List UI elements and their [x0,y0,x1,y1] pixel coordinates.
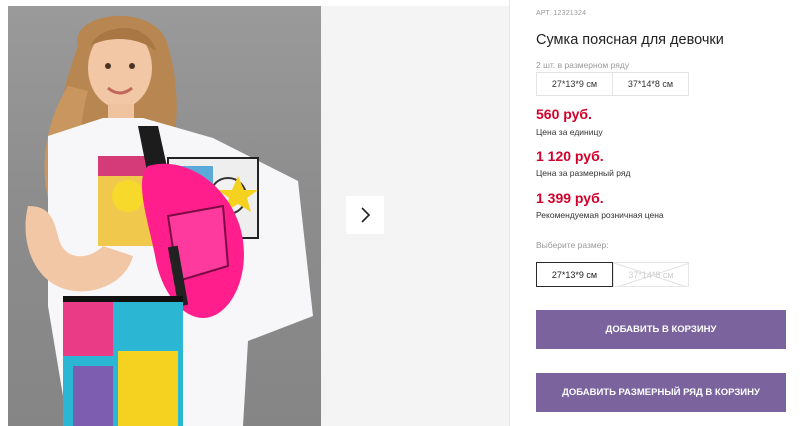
gallery-edge [0,0,8,426]
gallery-divider [509,0,510,426]
product-info-panel: АРТ. 12321324 Сумка поясная для девочки … [536,0,800,426]
size-option-unavailable[interactable]: 37*14*8 см [613,262,689,287]
size-option-selected[interactable]: 27*13*9 см [536,262,613,287]
pack-note: 2 шт. в размерном ряду [536,60,630,70]
pack-size-item: 27*13*9 см [537,73,613,95]
add-to-cart-button[interactable]: ДОБАВИТЬ В КОРЗИНУ [536,310,786,349]
gallery-next-button[interactable] [346,196,384,234]
pack-price-label: Цена за размерный ряд [536,168,631,178]
retail-price-label: Рекомендуемая розничная цена [536,210,664,220]
article-number: АРТ. 12321324 [536,10,587,17]
product-photo[interactable] [8,6,321,426]
size-select-label: Выберите размер: [536,240,609,250]
pack-sizes: 27*13*9 см 37*14*8 см [536,72,689,96]
size-option-label: 37*14*8 см [628,269,674,280]
product-title: Сумка поясная для девочки [536,32,724,48]
pack-price: 1 120 руб. [536,148,604,164]
unit-price-label: Цена за единицу [536,127,603,137]
pack-size-item: 37*14*8 см [627,79,674,89]
size-option-label: 27*13*9 см [551,269,598,280]
product-gallery [0,0,510,426]
retail-price: 1 399 руб. [536,190,604,206]
product-photo-illustration [25,15,313,426]
unit-price: 560 руб. [536,106,592,122]
chevron-right-icon [361,207,371,223]
add-pack-to-cart-button[interactable]: ДОБАВИТЬ РАЗМЕРНЫЙ РЯД В КОРЗИНУ [536,373,786,412]
